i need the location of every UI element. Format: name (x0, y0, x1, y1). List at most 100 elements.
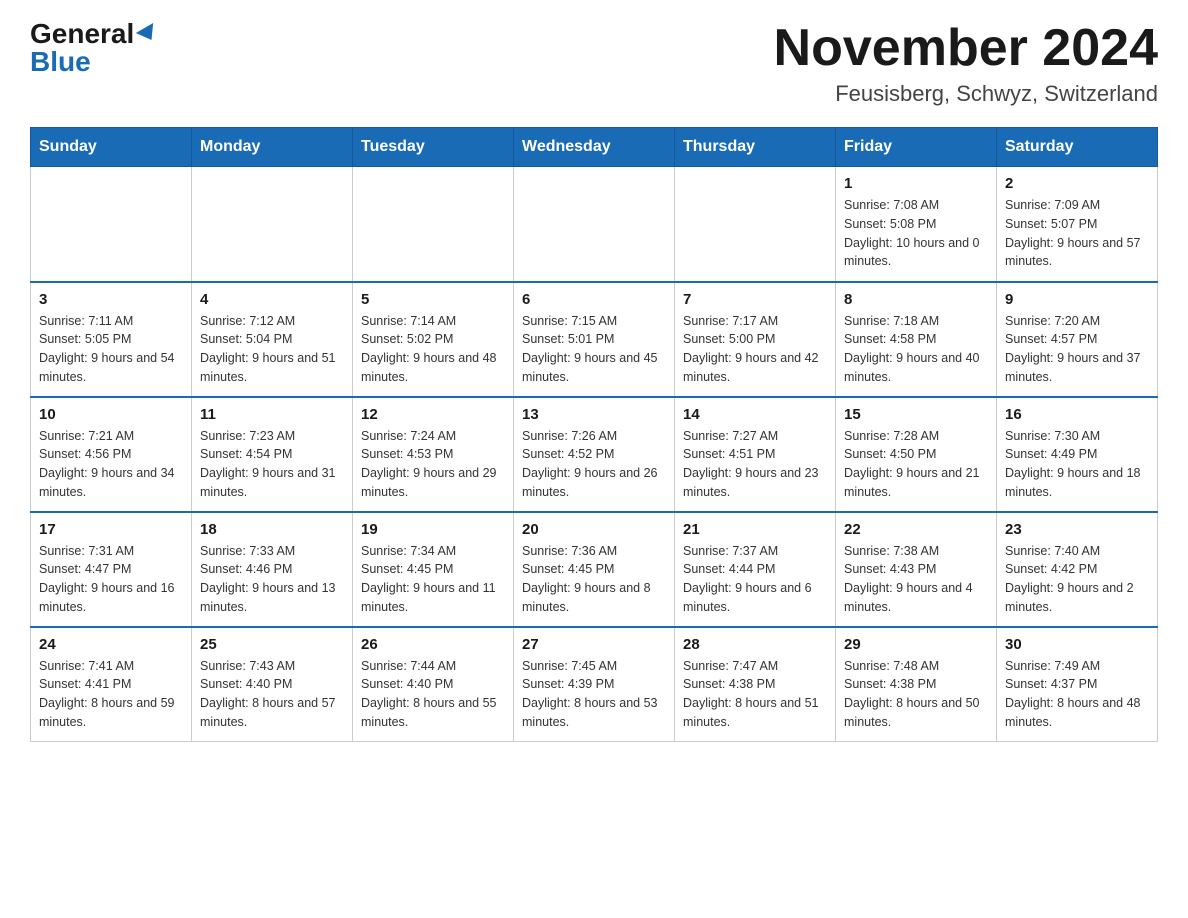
calendar-cell: 22Sunrise: 7:38 AMSunset: 4:43 PMDayligh… (836, 512, 997, 627)
calendar-cell: 11 Sunrise: 7:23 AMSunset: 4:54 PMDayligh… (192, 397, 353, 512)
calendar-cell: 30 Sunrise: 7:49 AMSunset: 4:37 PMDayligh… (997, 627, 1158, 742)
calendar-cell: 5 Sunrise: 7:14 AMSunset: 5:02 PMDaylight… (353, 282, 514, 397)
day-number: 11 (200, 406, 344, 423)
day-number: 15 (844, 406, 988, 423)
day-number: 25 (200, 636, 344, 653)
day-number: 3 (39, 291, 183, 308)
day-number: 16 (1005, 406, 1149, 423)
calendar-cell: 19Sunrise: 7:34 AMSunset: 4:45 PMDayligh… (353, 512, 514, 627)
calendar-cell: 12 Sunrise: 7:24 AMSunset: 4:53 PMDayligh… (353, 397, 514, 512)
day-info: Sunrise: 7:14 AMSunset: 5:02 PMDaylight:… (361, 312, 505, 387)
month-title: November 2024 (774, 20, 1158, 77)
calendar-cell: 26Sunrise: 7:44 AMSunset: 4:40 PMDayligh… (353, 627, 514, 742)
weekday-header-sunday: Sunday (31, 128, 192, 167)
day-info: Sunrise: 7:38 AMSunset: 4:43 PMDaylight:… (844, 542, 988, 617)
day-number: 5 (361, 291, 505, 308)
weekday-header-monday: Monday (192, 128, 353, 167)
day-info: Sunrise: 7:18 AMSunset: 4:58 PMDaylight:… (844, 312, 988, 387)
day-number: 30 (1005, 636, 1149, 653)
day-number: 13 (522, 406, 666, 423)
day-info: Sunrise: 7:20 AMSunset: 4:57 PMDaylight:… (1005, 312, 1149, 387)
calendar-table: SundayMondayTuesdayWednesdayThursdayFrid… (30, 127, 1158, 742)
calendar-cell (514, 167, 675, 282)
day-number: 2 (1005, 175, 1149, 192)
calendar-cell: 2 Sunrise: 7:09 AMSunset: 5:07 PMDaylight… (997, 167, 1158, 282)
day-info: Sunrise: 7:21 AMSunset: 4:56 PMDaylight:… (39, 427, 183, 502)
logo: General Blue (30, 20, 158, 76)
calendar-cell: 28 Sunrise: 7:47 AMSunset: 4:38 PMDayligh… (675, 627, 836, 742)
day-number: 29 (844, 636, 988, 653)
calendar-cell (353, 167, 514, 282)
day-info: Sunrise: 7:23 AMSunset: 4:54 PMDaylight:… (200, 427, 344, 502)
day-number: 28 (683, 636, 827, 653)
day-info: Sunrise: 7:47 AMSunset: 4:38 PMDaylight:… (683, 657, 827, 732)
weekday-header-friday: Friday (836, 128, 997, 167)
calendar-cell: 27Sunrise: 7:45 AMSunset: 4:39 PMDayligh… (514, 627, 675, 742)
day-info: Sunrise: 7:33 AMSunset: 4:46 PMDaylight:… (200, 542, 344, 617)
title-block: November 2024 Feusisberg, Schwyz, Switze… (774, 20, 1158, 107)
day-info: Sunrise: 7:28 AMSunset: 4:50 PMDaylight:… (844, 427, 988, 502)
calendar-cell (192, 167, 353, 282)
day-info: Sunrise: 7:37 AMSunset: 4:44 PMDaylight:… (683, 542, 827, 617)
calendar-week-row: 10 Sunrise: 7:21 AMSunset: 4:56 PMDayligh… (31, 397, 1158, 512)
day-info: Sunrise: 7:43 AMSunset: 4:40 PMDaylight:… (200, 657, 344, 732)
day-info: Sunrise: 7:09 AMSunset: 5:07 PMDaylight:… (1005, 196, 1149, 271)
day-info: Sunrise: 7:44 AMSunset: 4:40 PMDaylight:… (361, 657, 505, 732)
calendar-cell: 6 Sunrise: 7:15 AMSunset: 5:01 PMDaylight… (514, 282, 675, 397)
calendar-cell: 14 Sunrise: 7:27 AMSunset: 4:51 PMDayligh… (675, 397, 836, 512)
day-number: 14 (683, 406, 827, 423)
day-info: Sunrise: 7:26 AMSunset: 4:52 PMDaylight:… (522, 427, 666, 502)
weekday-header-row: SundayMondayTuesdayWednesdayThursdayFrid… (31, 128, 1158, 167)
day-number: 20 (522, 521, 666, 538)
calendar-cell: 17Sunrise: 7:31 AMSunset: 4:47 PMDayligh… (31, 512, 192, 627)
calendar-cell: 18 Sunrise: 7:33 AMSunset: 4:46 PMDayligh… (192, 512, 353, 627)
day-info: Sunrise: 7:49 AMSunset: 4:37 PMDaylight:… (1005, 657, 1149, 732)
day-info: Sunrise: 7:34 AMSunset: 4:45 PMDaylight:… (361, 542, 505, 617)
calendar-cell: 23 Sunrise: 7:40 AMSunset: 4:42 PMDayligh… (997, 512, 1158, 627)
calendar-cell: 7 Sunrise: 7:17 AMSunset: 5:00 PMDaylight… (675, 282, 836, 397)
day-info: Sunrise: 7:17 AMSunset: 5:00 PMDaylight:… (683, 312, 827, 387)
day-number: 7 (683, 291, 827, 308)
calendar-week-row: 3Sunrise: 7:11 AMSunset: 5:05 PMDaylight… (31, 282, 1158, 397)
calendar-cell: 3Sunrise: 7:11 AMSunset: 5:05 PMDaylight… (31, 282, 192, 397)
day-info: Sunrise: 7:40 AMSunset: 4:42 PMDaylight:… (1005, 542, 1149, 617)
day-info: Sunrise: 7:08 AMSunset: 5:08 PMDaylight:… (844, 196, 988, 271)
logo-general-text: General (30, 20, 134, 48)
logo-triangle-icon (136, 23, 160, 45)
calendar-cell: 8 Sunrise: 7:18 AMSunset: 4:58 PMDaylight… (836, 282, 997, 397)
day-info: Sunrise: 7:30 AMSunset: 4:49 PMDaylight:… (1005, 427, 1149, 502)
day-number: 6 (522, 291, 666, 308)
day-number: 10 (39, 406, 183, 423)
day-number: 9 (1005, 291, 1149, 308)
day-number: 18 (200, 521, 344, 538)
calendar-cell: 21Sunrise: 7:37 AMSunset: 4:44 PMDayligh… (675, 512, 836, 627)
day-info: Sunrise: 7:31 AMSunset: 4:47 PMDaylight:… (39, 542, 183, 617)
calendar-cell: 9 Sunrise: 7:20 AMSunset: 4:57 PMDaylight… (997, 282, 1158, 397)
weekday-header-thursday: Thursday (675, 128, 836, 167)
day-number: 12 (361, 406, 505, 423)
day-info: Sunrise: 7:15 AMSunset: 5:01 PMDaylight:… (522, 312, 666, 387)
weekday-header-tuesday: Tuesday (353, 128, 514, 167)
day-info: Sunrise: 7:12 AMSunset: 5:04 PMDaylight:… (200, 312, 344, 387)
day-info: Sunrise: 7:24 AMSunset: 4:53 PMDaylight:… (361, 427, 505, 502)
calendar-cell: 4Sunrise: 7:12 AMSunset: 5:04 PMDaylight… (192, 282, 353, 397)
calendar-cell: 1 Sunrise: 7:08 AMSunset: 5:08 PMDaylight… (836, 167, 997, 282)
day-number: 23 (1005, 521, 1149, 538)
weekday-header-wednesday: Wednesday (514, 128, 675, 167)
calendar-cell: 10 Sunrise: 7:21 AMSunset: 4:56 PMDayligh… (31, 397, 192, 512)
day-number: 8 (844, 291, 988, 308)
calendar-cell: 29 Sunrise: 7:48 AMSunset: 4:38 PMDayligh… (836, 627, 997, 742)
day-info: Sunrise: 7:36 AMSunset: 4:45 PMDaylight:… (522, 542, 666, 617)
day-number: 27 (522, 636, 666, 653)
calendar-cell: 24 Sunrise: 7:41 AMSunset: 4:41 PMDayligh… (31, 627, 192, 742)
day-number: 1 (844, 175, 988, 192)
calendar-cell: 25 Sunrise: 7:43 AMSunset: 4:40 PMDayligh… (192, 627, 353, 742)
day-info: Sunrise: 7:27 AMSunset: 4:51 PMDaylight:… (683, 427, 827, 502)
day-info: Sunrise: 7:41 AMSunset: 4:41 PMDaylight:… (39, 657, 183, 732)
day-info: Sunrise: 7:48 AMSunset: 4:38 PMDaylight:… (844, 657, 988, 732)
calendar-cell: 15 Sunrise: 7:28 AMSunset: 4:50 PMDayligh… (836, 397, 997, 512)
day-number: 24 (39, 636, 183, 653)
calendar-cell (31, 167, 192, 282)
calendar-cell: 16 Sunrise: 7:30 AMSunset: 4:49 PMDayligh… (997, 397, 1158, 512)
page-header: General Blue November 2024 Feusisberg, S… (30, 20, 1158, 107)
